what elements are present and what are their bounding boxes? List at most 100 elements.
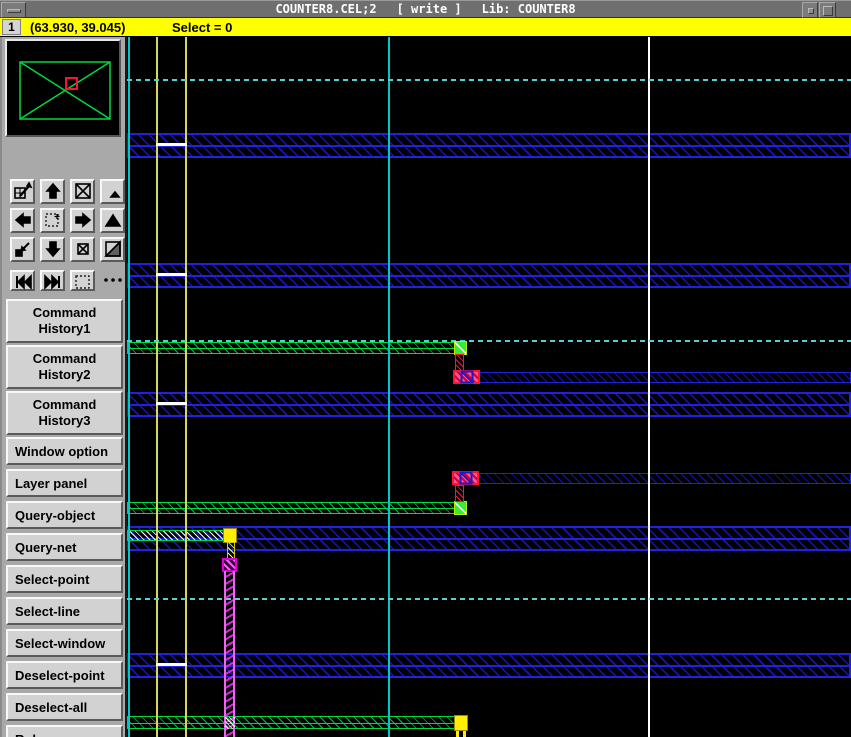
button-label: Deselect-all [8, 700, 121, 715]
sidebar-button-select-line[interactable]: Select-line [6, 597, 123, 625]
blue-metal-band-5[interactable] [127, 653, 851, 678]
highlight-segment-2 [156, 273, 187, 276]
button-label: Command [8, 351, 121, 367]
history-back-button[interactable] [10, 270, 35, 291]
zoom-in-hill-button[interactable] [100, 208, 125, 233]
select-region-icon [73, 272, 93, 292]
dashed-guide-middle [127, 340, 851, 342]
highlight-segment-1 [156, 143, 187, 146]
highlight-segment-4 [156, 663, 187, 666]
yellow-connector[interactable] [227, 542, 235, 559]
select-region-button[interactable] [70, 270, 95, 291]
sidebar-button-layer-panel[interactable]: Layer panel [6, 469, 123, 497]
cursor-coordinates: (63.930, 39.045) [30, 20, 125, 35]
window-title: COUNTER8.CEL;2[ write ]Lib: COUNTER8 [0, 2, 851, 16]
zoom-out-hill-button[interactable] [100, 179, 125, 204]
button-label-line2: History1 [8, 321, 121, 337]
zoom-in-hill-icon [103, 210, 123, 230]
maximize-button[interactable] [819, 2, 836, 18]
blue-metal-band-3[interactable] [127, 392, 851, 417]
green-metal-bar-bottom[interactable] [127, 716, 457, 729]
dashed-guide-bottom [127, 598, 851, 600]
sidebar-button-select-window[interactable]: Select-window [6, 629, 123, 657]
overview-panel[interactable] [5, 39, 121, 137]
magenta-vertical-trace[interactable] [224, 571, 235, 737]
yellow-contact-square-band4[interactable] [223, 528, 237, 543]
green-metal-bar-middle[interactable] [127, 502, 457, 514]
pan-left-button[interactable] [10, 208, 35, 233]
sidebar-button-deselect-point[interactable]: Deselect-point [6, 661, 123, 689]
sidebar-button-ruler[interactable]: Ruler [6, 725, 123, 737]
sidebar-button-command-history2[interactable]: CommandHistory2 [6, 345, 123, 389]
highlight-segment-3 [156, 402, 187, 405]
layout-canvas[interactable] [127, 37, 851, 737]
yellow-leg-2 [463, 731, 466, 737]
library-name: Lib: COUNTER8 [482, 2, 576, 16]
magenta-contact-box[interactable] [222, 558, 237, 572]
selected-via-lower[interactable] [452, 471, 479, 485]
button-label: Select-line [8, 604, 121, 619]
fill-view-button[interactable] [100, 237, 125, 262]
pan-right-button[interactable] [70, 208, 95, 233]
zoom-fit-icon [73, 181, 93, 201]
blue-metal-band-1[interactable] [127, 133, 851, 158]
green-metal-bar-upper[interactable] [127, 342, 457, 354]
more-options-button[interactable] [100, 270, 125, 291]
sidebar-button-command-history3[interactable]: CommandHistory3 [6, 391, 123, 435]
button-label-line2: History2 [8, 367, 121, 383]
red-connector-lower[interactable] [455, 485, 464, 502]
guide-line-white [648, 37, 650, 737]
button-label: Query-net [8, 540, 121, 555]
button-label: Command [8, 305, 121, 321]
pan-up-icon [43, 181, 63, 201]
history-forward-button[interactable] [40, 270, 65, 291]
menu-dash-icon [7, 9, 21, 13]
sidebar-button-window-option[interactable]: Window option [6, 437, 123, 465]
maximize-icon [823, 6, 833, 16]
sidebar-button-query-object[interactable]: Query-object [6, 501, 123, 529]
red-connector-upper[interactable] [455, 354, 464, 371]
blue-stub-bar-upper[interactable] [479, 372, 851, 383]
zoom-fit-small-button[interactable] [70, 237, 95, 262]
button-label: Layer panel [8, 476, 121, 491]
status-bar: 1 (63.930, 39.045) Select = 0 [0, 18, 851, 37]
window-number-badge: 1 [2, 19, 21, 35]
pan-up-button[interactable] [40, 179, 65, 204]
sidebar-button-select-point[interactable]: Select-point [6, 565, 123, 593]
window-menu-button[interactable] [1, 2, 26, 18]
zoom-shrink-button[interactable] [10, 237, 35, 262]
trace-crossing-highlight [225, 717, 235, 729]
redraw-icon [13, 181, 33, 201]
button-label: Command [8, 397, 121, 413]
green-contact-square-middle[interactable] [454, 501, 467, 515]
blue-stub-bar-lower[interactable] [478, 473, 851, 484]
more-options-icon [103, 270, 123, 290]
selected-via-upper[interactable] [453, 370, 480, 384]
title-bar: COUNTER8.CEL;2[ write ]Lib: COUNTER8 [0, 0, 851, 18]
button-label: Deselect-point [8, 668, 121, 683]
sidebar-button-deselect-all[interactable]: Deselect-all [6, 693, 123, 721]
yellow-contact-square-bottom[interactable] [454, 715, 468, 731]
button-label-line2: History3 [8, 413, 121, 429]
zoom-fit-button[interactable] [70, 179, 95, 204]
blue-metal-band-2[interactable] [127, 263, 851, 288]
zoom-window-button[interactable] [40, 208, 65, 233]
zoom-fit-small-icon [73, 239, 93, 259]
origin-line-cyan-mid [388, 37, 390, 737]
button-label: Query-object [8, 508, 121, 523]
history-forward-icon [43, 272, 63, 292]
cell-name: COUNTER8.CEL;2 [275, 2, 376, 16]
sidebar-button-command-history1[interactable]: CommandHistory1 [6, 299, 123, 343]
zoom-shrink-icon [13, 239, 33, 259]
sidebar-button-query-net[interactable]: Query-net [6, 533, 123, 561]
green-contact-square-upper[interactable] [454, 341, 467, 355]
redraw-button[interactable] [10, 179, 35, 204]
zoom-window-icon [43, 210, 63, 230]
fill-view-icon [103, 239, 123, 259]
minimize-button[interactable] [802, 2, 818, 18]
dashed-guide-top [127, 79, 851, 81]
pan-down-button[interactable] [40, 237, 65, 262]
selected-green-segment[interactable] [127, 530, 226, 541]
origin-line-cyan-left [128, 37, 130, 737]
grid-line-yellow-2 [185, 37, 187, 737]
